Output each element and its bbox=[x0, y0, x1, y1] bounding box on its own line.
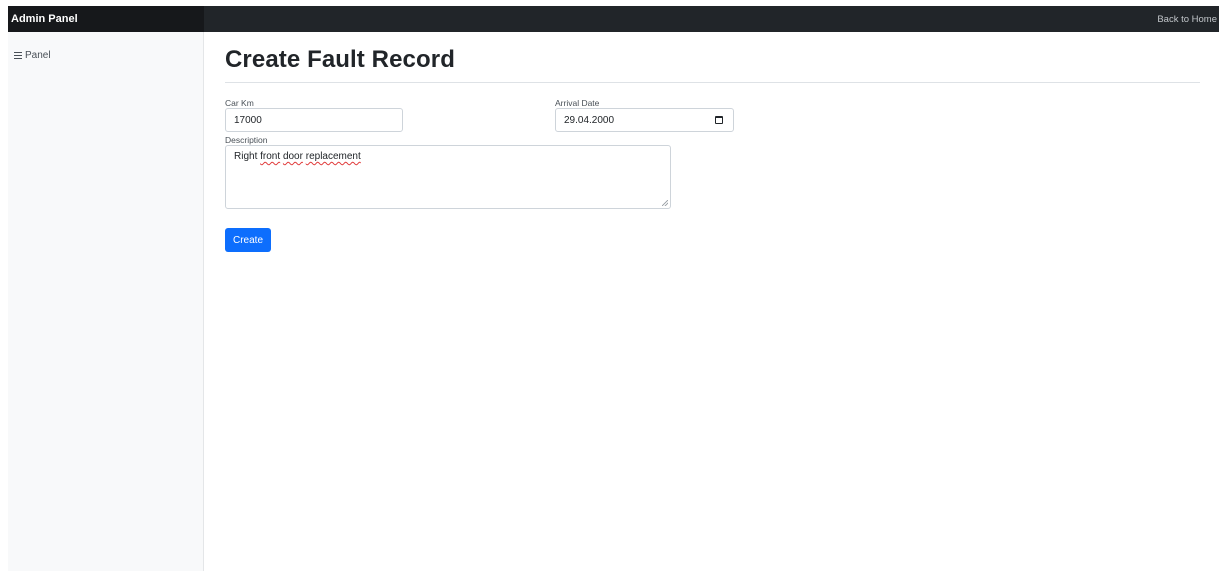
top-navbar: Admin Panel Back to Home bbox=[8, 6, 1219, 32]
menu-icon bbox=[14, 52, 22, 60]
sidebar-item-panel[interactable]: Panel bbox=[14, 50, 51, 61]
description-word: Right bbox=[234, 151, 258, 162]
arrival-date-value: 29.04.2000 bbox=[564, 114, 615, 126]
description-label: Description bbox=[225, 135, 268, 145]
resize-handle-icon[interactable] bbox=[662, 200, 668, 206]
car-km-label: Car Km bbox=[225, 98, 254, 108]
description-word-misspelled: replacement bbox=[305, 151, 361, 162]
navbar-right: Back to Home bbox=[204, 6, 1219, 32]
title-divider bbox=[225, 82, 1200, 83]
sidebar-item-label: Panel bbox=[25, 50, 51, 61]
car-km-value: 17000 bbox=[234, 114, 262, 126]
arrival-date-input[interactable]: 29.04.2000 bbox=[555, 108, 734, 132]
page-title: Create Fault Record bbox=[225, 46, 455, 73]
description-textarea[interactable]: Right front door replacement bbox=[225, 145, 671, 209]
app-frame: Admin Panel Back to Home Panel Create Fa… bbox=[8, 6, 1219, 571]
car-km-input[interactable]: 17000 bbox=[225, 108, 403, 132]
navbar-brand[interactable]: Admin Panel bbox=[8, 6, 204, 32]
back-to-home-link[interactable]: Back to Home bbox=[1157, 14, 1217, 25]
arrival-date-label: Arrival Date bbox=[555, 98, 600, 108]
description-word-misspelled: door bbox=[282, 151, 303, 162]
create-button[interactable]: Create bbox=[225, 228, 271, 252]
description-word-misspelled: front bbox=[260, 151, 281, 162]
calendar-icon[interactable] bbox=[715, 116, 723, 124]
sidebar: Panel bbox=[8, 32, 204, 571]
